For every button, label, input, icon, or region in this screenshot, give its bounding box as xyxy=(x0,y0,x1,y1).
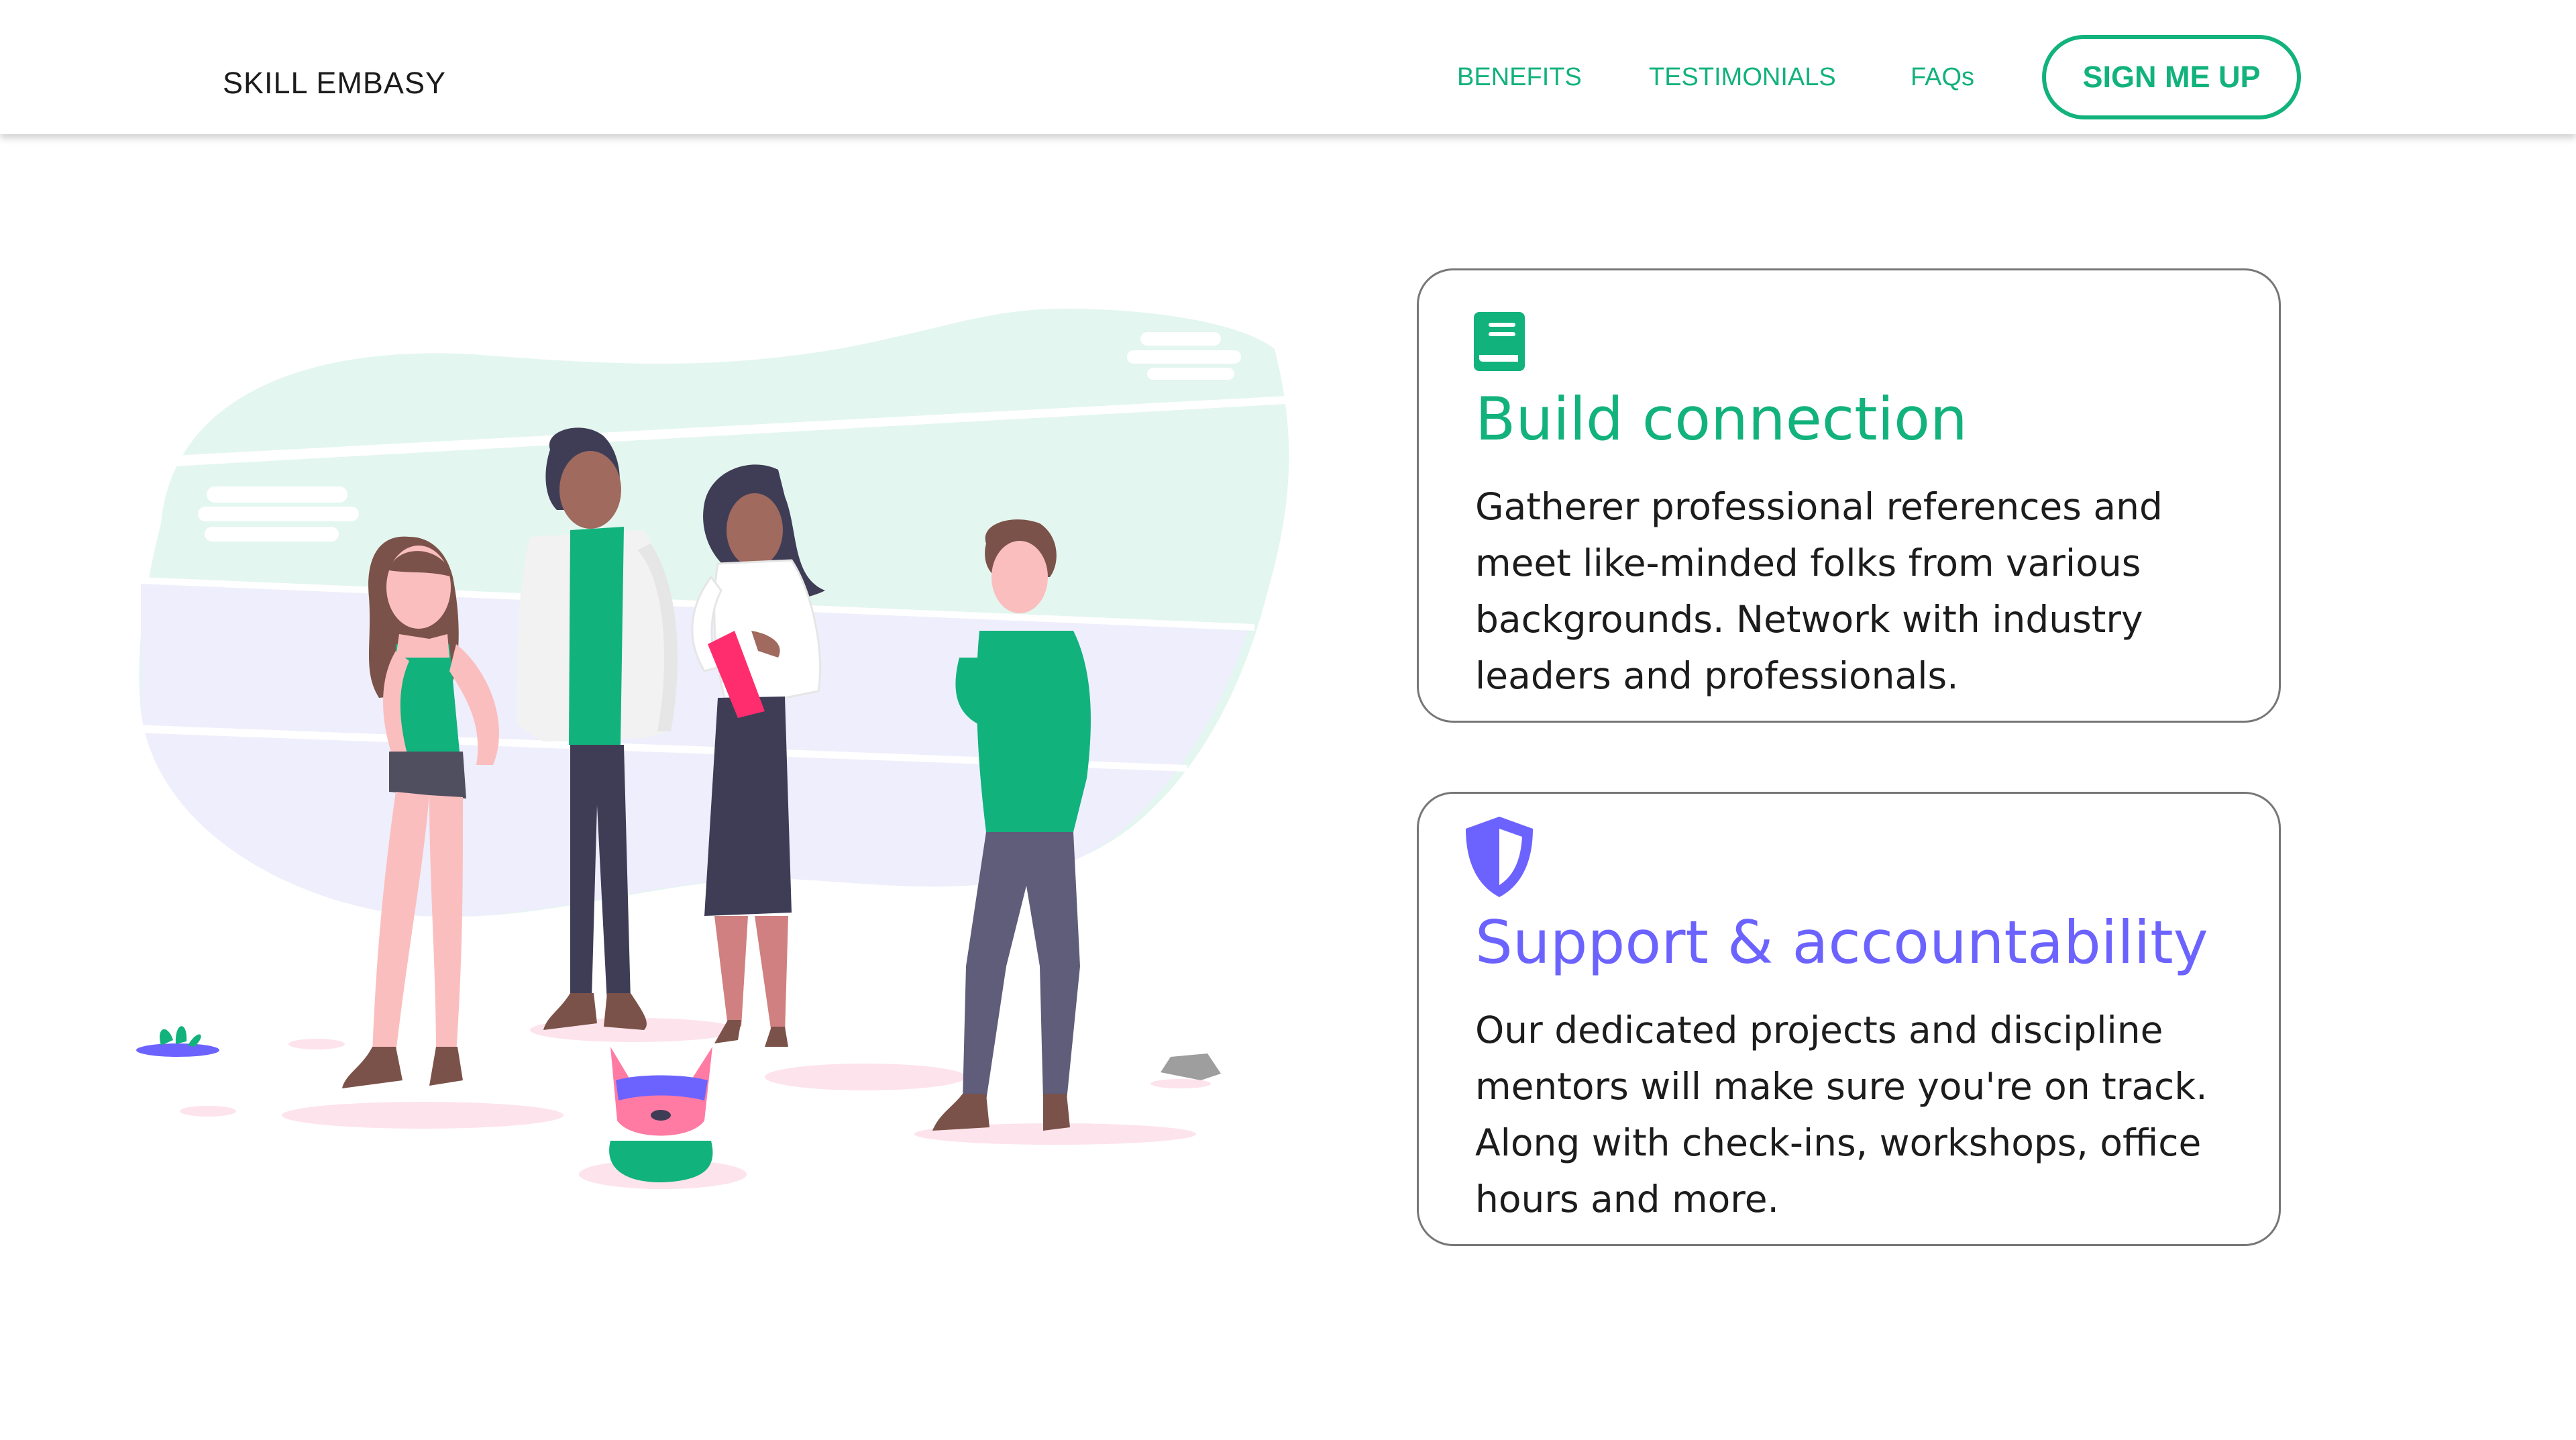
shield-icon xyxy=(1466,817,1533,897)
brand-logo-text[interactable]: SKILL EMBASY xyxy=(223,66,446,101)
feature-description: Gatherer professional references and mee… xyxy=(1475,485,2163,697)
team-illustration xyxy=(134,309,1289,1189)
nav-link-benefits[interactable]: BENEFITS xyxy=(1457,63,1582,92)
nav-link-testimonials[interactable]: TESTIMONIALS xyxy=(1649,63,1836,92)
feature-card-support-accountability: Support & accountability Our dedicated p… xyxy=(1417,792,2281,1246)
book-icon xyxy=(1474,312,1525,371)
feature-description: Our dedicated projects and discipline me… xyxy=(1475,1009,2208,1221)
dog-illustration xyxy=(609,1047,713,1182)
nav-link-faqs[interactable]: FAQs xyxy=(1911,63,1974,92)
feature-card-build-connection: Build connection Gatherer professional r… xyxy=(1417,268,2281,723)
top-navbar: SKILL EMBASY BENEFITS TESTIMONIALS FAQs … xyxy=(0,0,2576,134)
rock-decoration xyxy=(1161,1053,1221,1080)
sign-me-up-button[interactable]: SIGN ME UP xyxy=(2042,35,2301,119)
plant-decoration xyxy=(136,1026,219,1057)
feature-title: Build connection xyxy=(1475,384,1968,454)
feature-title: Support & accountability xyxy=(1475,908,2208,977)
